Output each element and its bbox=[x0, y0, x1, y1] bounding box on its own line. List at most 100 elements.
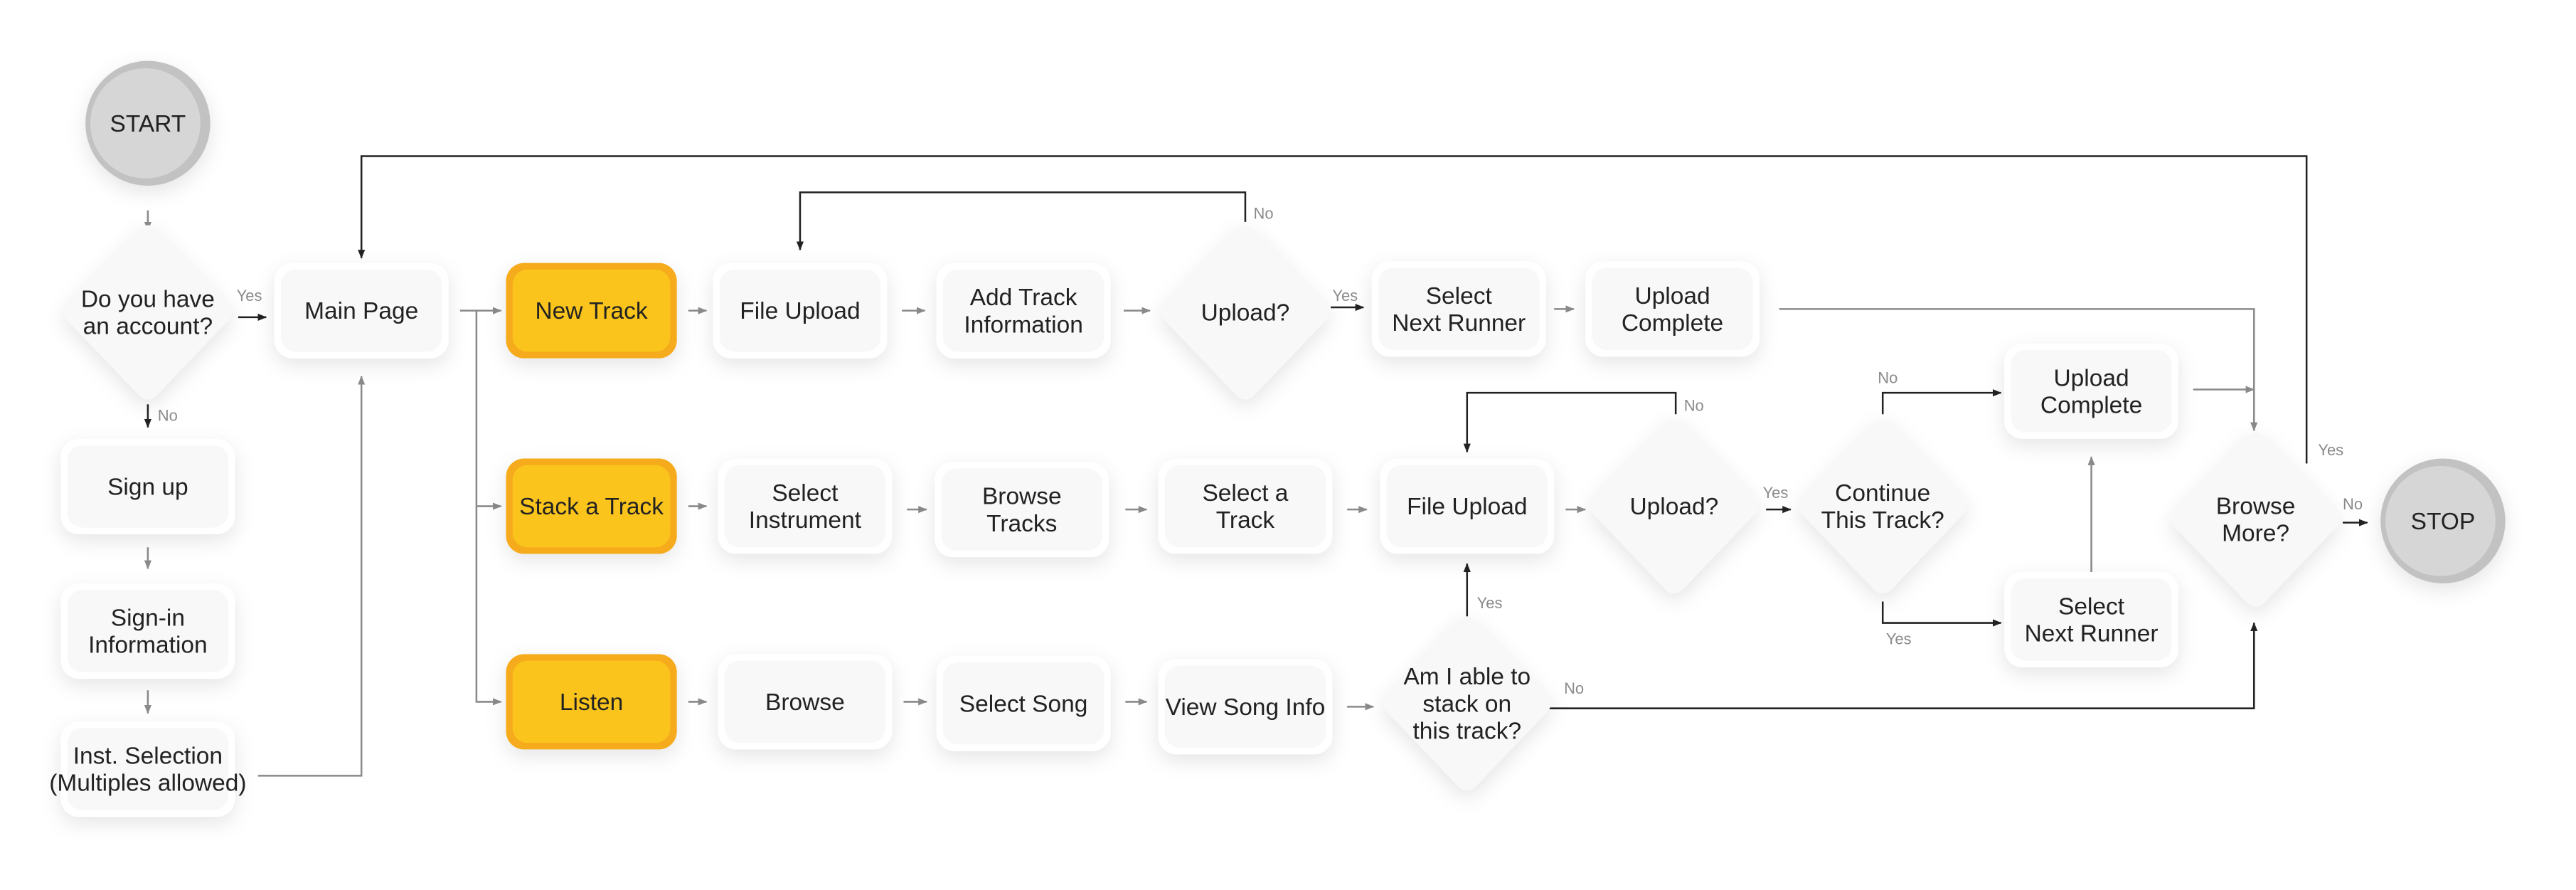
node-label-line: Tracks bbox=[986, 511, 1057, 537]
node-label-line: Browse bbox=[982, 484, 1062, 510]
edge-label-able-yes: Yes bbox=[1477, 594, 1503, 612]
node-label-line: Upload? bbox=[1629, 494, 1718, 520]
node-label: Browse Tracks bbox=[982, 484, 1062, 537]
connector-arrow bbox=[1881, 601, 2002, 627]
node-label-line: Continue bbox=[1835, 480, 1930, 507]
node-label: Listen bbox=[560, 689, 623, 716]
connector-arrow bbox=[796, 191, 1247, 251]
node-label: Upload? bbox=[1201, 300, 1290, 327]
node-label-line: STOP bbox=[2411, 509, 2476, 535]
connector-arrow bbox=[257, 376, 366, 777]
node-add-track-info: Add Track Information bbox=[936, 263, 1111, 359]
node-label: View Song Info bbox=[1166, 694, 1326, 721]
node-label: File Upload bbox=[740, 298, 860, 324]
node-label-line: Listen bbox=[560, 689, 623, 716]
connector-arrow bbox=[1881, 389, 2002, 415]
node-continue-track-q: Continue This Track? bbox=[1799, 419, 1967, 593]
node-upload-complete-1: Upload Complete bbox=[1585, 261, 1760, 357]
node-label: Sign up bbox=[107, 474, 188, 500]
node-label: Browse bbox=[765, 689, 845, 716]
node-label-line: Add Track bbox=[970, 285, 1077, 311]
node-select-next-runner-1: Select Next Runner bbox=[1371, 261, 1546, 357]
edge-label-has-account-yes: Yes bbox=[237, 287, 262, 304]
node-label: Upload Complete bbox=[2040, 365, 2142, 418]
node-label-line: Select bbox=[2058, 593, 2125, 620]
node-label-line: More? bbox=[2222, 521, 2289, 547]
edge-label-has-account-no: No bbox=[158, 406, 178, 424]
edge-label-upload-2-no: No bbox=[1684, 397, 1704, 415]
nodes: START Do you have an account? Sign up Sign-i… bbox=[49, 60, 2506, 817]
node-upload-q-1: Upload? bbox=[1161, 225, 1329, 400]
node-label-line: Information bbox=[88, 632, 208, 659]
node-label-line: Information bbox=[964, 312, 1083, 338]
node-label-line: Select a bbox=[1202, 480, 1288, 507]
node-file-upload-2: File Upload bbox=[1380, 458, 1555, 554]
node-label-line: Track bbox=[1216, 507, 1275, 534]
node-label-line: Instrument bbox=[749, 507, 862, 534]
node-label-line: Select bbox=[1426, 283, 1493, 309]
edge-label-continue-no: No bbox=[1878, 369, 1898, 386]
node-sign-up: Sign up bbox=[60, 438, 235, 534]
node-label-line: Upload bbox=[1634, 283, 1710, 309]
node-label-line: Complete bbox=[1622, 310, 1723, 337]
node-label-line: File Upload bbox=[1407, 494, 1527, 520]
node-main-page: Main Page bbox=[274, 263, 449, 359]
node-label-line: New Track bbox=[536, 298, 648, 324]
node-upload-complete-2: Upload Complete bbox=[2004, 343, 2178, 439]
node-label-line: File Upload bbox=[740, 298, 860, 324]
node-label-line: stack on bbox=[1422, 691, 1511, 717]
node-label-line: this track? bbox=[1412, 718, 1521, 744]
node-start: START bbox=[85, 60, 211, 186]
connector-arrow bbox=[1463, 391, 1677, 453]
node-label: Select Song bbox=[959, 691, 1088, 717]
node-select-song: Select Song bbox=[936, 655, 1111, 751]
node-label-line: Stack a Track bbox=[519, 494, 664, 520]
node-label-line: Complete bbox=[2040, 392, 2142, 418]
node-able-to-stack-q: Am I able to stack on this track? bbox=[1383, 616, 1551, 791]
node-label: Stack a Track bbox=[519, 494, 664, 520]
node-label: Browse More? bbox=[2216, 494, 2296, 547]
node-select-a-track: Select a Track bbox=[1158, 458, 1333, 554]
node-sign-in-info: Sign-in Information bbox=[60, 583, 235, 679]
node-new-track: New Track bbox=[506, 263, 677, 359]
node-label-line: Next Runner bbox=[1392, 310, 1526, 337]
node-label: Add Track Information bbox=[964, 285, 1083, 338]
node-inst-selection: Inst. Selection (Multiples allowed) bbox=[49, 721, 247, 817]
edge-label-upload-1-no: No bbox=[1253, 204, 1273, 222]
edge-label-browse-more-yes: Yes bbox=[2318, 441, 2343, 459]
edge-label-upload-1-yes: Yes bbox=[1332, 287, 1358, 304]
node-label-line: START bbox=[110, 111, 186, 137]
node-label-line: Next Runner bbox=[2025, 621, 2159, 647]
node-label-line: Select bbox=[772, 480, 839, 507]
node-label-line: (Multiples allowed) bbox=[49, 770, 246, 797]
edge-label-able-no: No bbox=[1564, 679, 1584, 697]
node-label-line: Upload bbox=[2054, 365, 2129, 391]
node-upload-q-2: Upload? bbox=[1590, 419, 1758, 593]
node-label: Continue This Track? bbox=[1821, 480, 1944, 534]
node-label: Inst. Selection (Multiples allowed) bbox=[49, 743, 246, 797]
node-label: Main Page bbox=[304, 298, 418, 324]
node-label: File Upload bbox=[1407, 494, 1527, 520]
node-label-line: Do you have bbox=[81, 286, 215, 312]
node-has-account: Do you have an account? bbox=[64, 225, 232, 400]
node-label-line: an account? bbox=[83, 314, 213, 340]
node-label-line: View Song Info bbox=[1166, 694, 1326, 721]
node-label-line: Sign-in bbox=[111, 605, 185, 632]
node-label-line: Upload? bbox=[1201, 300, 1290, 327]
node-label-line: Am I able to bbox=[1403, 664, 1531, 690]
node-view-song-info: View Song Info bbox=[1158, 659, 1333, 755]
edge-label-browse-more-no: No bbox=[2343, 495, 2363, 513]
node-select-next-runner-2: Select Next Runner bbox=[2004, 571, 2178, 667]
node-label: New Track bbox=[536, 298, 648, 324]
node-label: Upload Complete bbox=[1622, 283, 1723, 337]
node-select-instrument: Select Instrument bbox=[718, 458, 893, 554]
node-label-line: Inst. Selection bbox=[73, 743, 223, 770]
node-label: Do you have an account? bbox=[81, 286, 215, 339]
node-stack-a-track: Stack a Track bbox=[506, 458, 677, 554]
node-browse-more-q: Browse More? bbox=[2171, 432, 2340, 607]
node-label-line: Browse bbox=[765, 689, 845, 716]
node-label-line: Sign up bbox=[107, 474, 188, 500]
edge-label-upload-2-yes: Yes bbox=[1763, 484, 1789, 502]
node-label: START bbox=[110, 111, 186, 137]
node-label-line: Browse bbox=[2216, 494, 2296, 520]
